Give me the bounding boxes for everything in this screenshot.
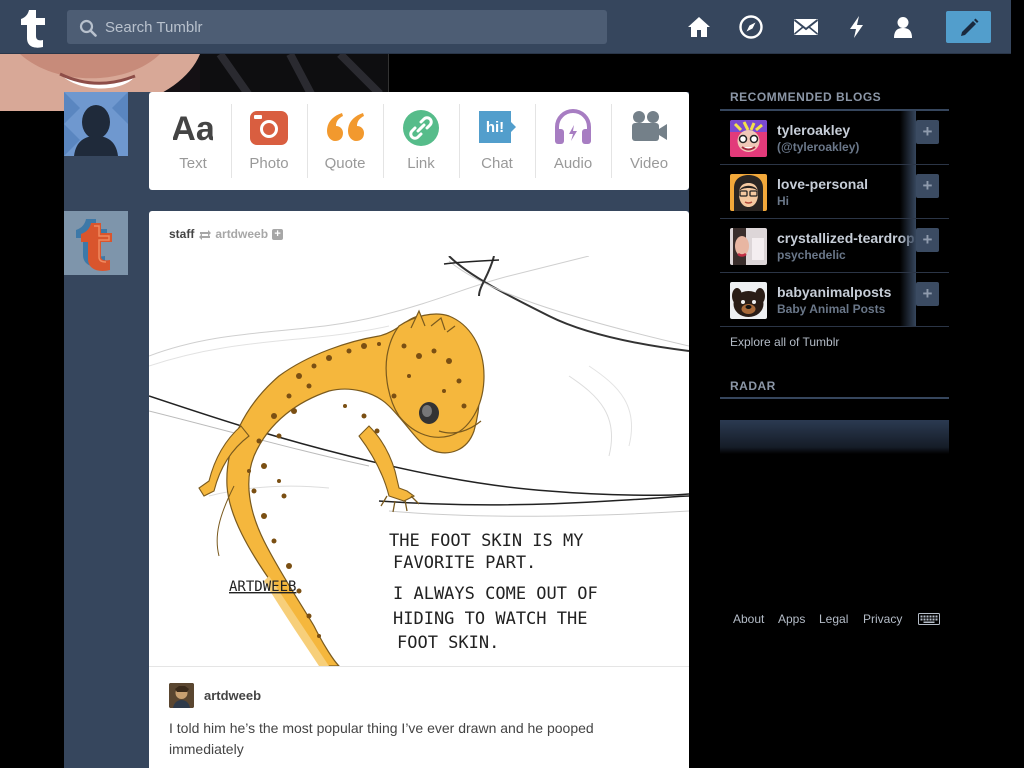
fade	[900, 165, 916, 218]
footer-link-legal[interactable]: Legal	[819, 612, 848, 626]
recommended-blog[interactable]: tyleroakley (@tyleroakley) +	[720, 111, 949, 165]
post-type-label: Chat	[481, 155, 513, 172]
post-type-label: Video	[629, 155, 669, 172]
activity-icon[interactable]	[844, 14, 870, 40]
caption-avatar[interactable]	[169, 683, 194, 708]
handwriting-line: THE FOOT SKIN IS MY	[389, 531, 583, 551]
post-card: staff artdweeb + ARTDWEEB THE FOOT SKIN …	[149, 211, 689, 768]
account-icon[interactable]	[890, 14, 916, 40]
post-type-link[interactable]: Link	[383, 92, 459, 190]
reblog-icon	[199, 229, 212, 240]
divider	[149, 666, 689, 667]
post-type-label: Audio	[553, 155, 593, 172]
fade	[900, 111, 916, 164]
post-type-quote[interactable]: Quote	[307, 92, 383, 190]
blog-avatar[interactable]	[730, 228, 767, 265]
handwriting-line: I ALWAYS COME OUT OF	[393, 584, 598, 604]
search-box[interactable]	[67, 10, 607, 44]
blog-avatar[interactable]	[730, 120, 767, 157]
video-camera-icon	[632, 111, 667, 141]
inbox-icon[interactable]	[792, 14, 820, 40]
post-type-video[interactable]: Video	[611, 92, 687, 190]
explore-link[interactable]: Explore all of Tumblr	[730, 335, 839, 349]
post-type-label: Text	[179, 155, 207, 172]
reblog-source-link[interactable]: artdweeb	[215, 227, 268, 241]
search-input[interactable]	[105, 10, 595, 44]
post-type-label: Photo	[249, 155, 289, 172]
fade	[900, 273, 916, 326]
divider	[720, 397, 949, 399]
caption-text: I told him he’s the most popular thing I…	[169, 720, 594, 757]
recommended-blog[interactable]: love-personal Hi +	[720, 165, 949, 219]
footer-link-apps[interactable]: Apps	[778, 612, 805, 626]
staff-avatar[interactable]	[64, 211, 128, 275]
footer-link-privacy[interactable]: Privacy	[863, 612, 902, 626]
blog-subtitle: (@tyleroakley)	[777, 140, 860, 154]
handwriting-line: FAVORITE PART.	[393, 553, 536, 573]
pencil-icon	[961, 18, 979, 36]
top-bar	[0, 0, 1011, 54]
post-type-label: Link	[407, 155, 435, 172]
chat-icon: hi!	[479, 111, 516, 143]
radar-heading: RADAR	[730, 379, 776, 393]
blog-name[interactable]: tyleroakley	[777, 122, 917, 138]
recommended-blog[interactable]: babyanimalposts Baby Animal Posts +	[720, 273, 949, 327]
user-avatar[interactable]	[64, 92, 128, 156]
blog-name[interactable]: babyanimalposts	[777, 284, 917, 300]
post-type-chat[interactable]: hi! Chat	[459, 92, 535, 190]
handwriting-line: HIDING TO WATCH THE	[393, 609, 587, 629]
headphones-icon	[555, 109, 591, 144]
divider	[388, 54, 389, 92]
explore-icon[interactable]	[738, 14, 764, 40]
home-icon[interactable]	[686, 14, 712, 40]
post-type-photo[interactable]: Photo	[231, 92, 307, 190]
fade	[900, 219, 916, 272]
keyboard-icon[interactable]	[918, 613, 940, 625]
footer-link-about[interactable]: About	[733, 612, 764, 626]
blog-subtitle: Hi	[777, 194, 789, 208]
post-type-text[interactable]: Aa Text	[155, 92, 231, 190]
post-type-bar: Aa Text Photo Quote Link hi! Chat Audio …	[149, 92, 689, 190]
artist-signature: ARTDWEEB	[229, 579, 296, 595]
post-type-audio[interactable]: Audio	[535, 92, 611, 190]
handwriting-line: FOOT SKIN.	[397, 633, 499, 653]
blog-subtitle: psychedelic	[777, 248, 846, 262]
post-author-link[interactable]: staff	[169, 227, 194, 241]
follow-source-button[interactable]: +	[272, 229, 284, 241]
svg-text:hi!: hi!	[486, 119, 504, 136]
post-type-label: Quote	[324, 155, 366, 172]
text-icon: Aa	[173, 110, 213, 147]
tumblr-logo-icon[interactable]	[14, 6, 54, 48]
caption-user-link[interactable]: artdweeb	[204, 688, 261, 703]
recommended-heading: RECOMMENDED BLOGS	[730, 90, 882, 104]
quote-icon	[327, 113, 364, 141]
follow-button[interactable]: +	[916, 228, 939, 252]
post-header: staff artdweeb +	[169, 227, 284, 241]
compose-button[interactable]	[946, 11, 991, 43]
follow-button[interactable]: +	[916, 120, 939, 144]
blog-avatar[interactable]	[730, 174, 767, 211]
blog-name[interactable]: crystallized-teardrops	[777, 230, 917, 246]
svg-text:Aa: Aa	[173, 110, 213, 147]
radar-post[interactable]	[720, 420, 949, 454]
follow-button[interactable]: +	[916, 174, 939, 198]
post-image[interactable]: ARTDWEEB THE FOOT SKIN IS MY FAVORITE PA…	[149, 256, 689, 666]
link-icon	[403, 110, 439, 146]
search-icon	[79, 19, 97, 37]
blog-avatar[interactable]	[730, 282, 767, 319]
blog-name[interactable]: love-personal	[777, 176, 917, 192]
camera-icon	[250, 111, 288, 145]
recommended-blog[interactable]: crystallized-teardrops psychedelic +	[720, 219, 949, 273]
follow-button[interactable]: +	[916, 282, 939, 306]
blog-subtitle: Baby Animal Posts	[777, 302, 886, 316]
